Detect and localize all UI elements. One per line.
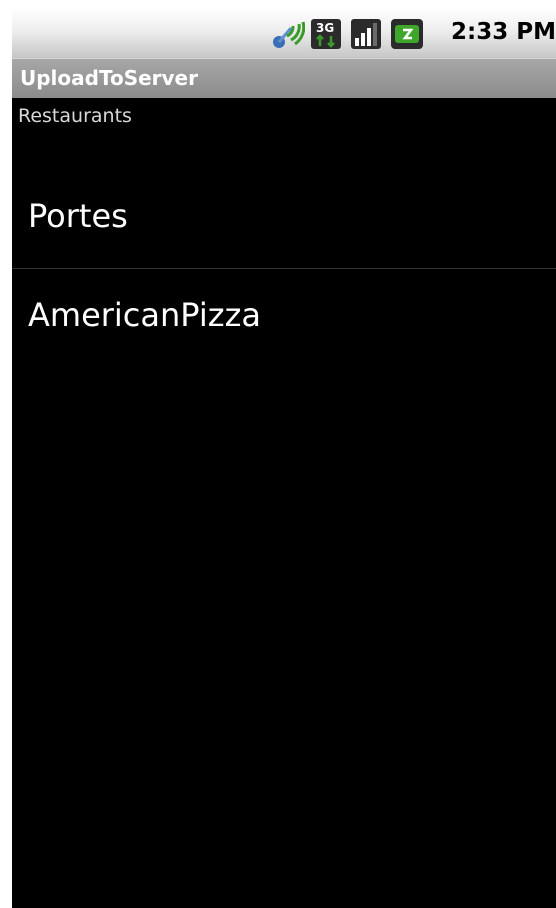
app-title: UploadToServer xyxy=(20,66,198,90)
3g-data-icon: 3G xyxy=(310,18,342,54)
app-title-bar: UploadToServer xyxy=(12,58,556,98)
list-item[interactable]: AmericanPizza xyxy=(12,269,556,379)
list-item-label: Portes xyxy=(28,197,128,235)
status-bar: 3G 2:33 PM xyxy=(12,8,556,58)
list-item[interactable]: Portes xyxy=(12,158,556,268)
list-header: Restaurants xyxy=(18,105,132,127)
svg-text:3G: 3G xyxy=(316,21,334,35)
status-time: 2:33 PM xyxy=(451,19,556,45)
signal-strength-icon xyxy=(350,18,382,54)
battery-icon xyxy=(390,18,424,54)
gps-signal-icon xyxy=(269,18,306,54)
list-item-label: AmericanPizza xyxy=(28,296,261,334)
restaurant-list: Portes AmericanPizza xyxy=(12,158,556,379)
phone-screen: 3G 2:33 PM UploadToServer Restaurants Po… xyxy=(12,8,556,908)
